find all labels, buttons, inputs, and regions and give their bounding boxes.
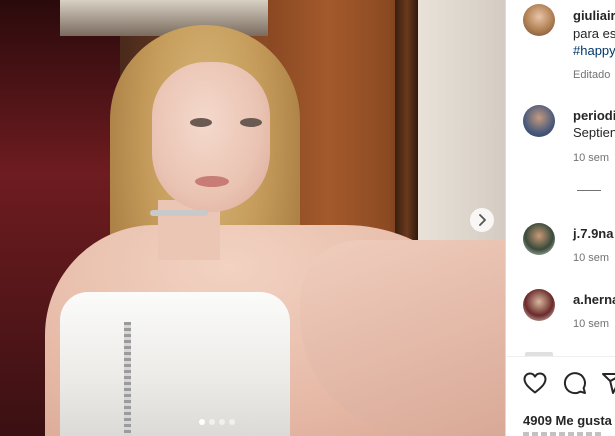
likes-count[interactable]: 4909 Me gusta	[523, 413, 612, 428]
chevron-right-icon	[479, 214, 486, 226]
comment-time[interactable]: 10 sem	[573, 317, 609, 331]
view-replies-line[interactable]	[577, 190, 601, 191]
avatar[interactable]	[523, 4, 555, 36]
heart-icon	[523, 372, 547, 394]
carousel-indicator	[199, 419, 235, 425]
avatar[interactable]	[523, 289, 555, 321]
post-photo[interactable]	[0, 0, 505, 436]
carousel-dot	[219, 419, 225, 425]
actions-divider	[506, 356, 615, 357]
comment-time[interactable]: 10 sem	[573, 151, 609, 165]
photo-white-top	[60, 292, 290, 436]
carousel-dot	[199, 419, 205, 425]
comment-text: Septien	[573, 125, 615, 140]
photo-eye-right	[240, 118, 262, 127]
share-button[interactable]	[600, 370, 615, 396]
carousel-dot	[209, 419, 215, 425]
photo-zipper	[124, 322, 131, 436]
comment-icon	[563, 372, 586, 395]
caption-text: para es	[573, 26, 615, 41]
photo-eye-left	[190, 118, 212, 127]
comment-username[interactable]: j.7.9na	[573, 226, 613, 242]
comment-username[interactable]: a.herna	[573, 292, 615, 308]
carousel-dot	[229, 419, 235, 425]
photo-face	[152, 62, 270, 212]
comment-button[interactable]	[562, 370, 588, 396]
comment-username[interactable]: periodi	[573, 108, 615, 124]
next-image-button[interactable]	[470, 208, 494, 232]
like-button[interactable]	[522, 370, 548, 396]
photo-lips	[195, 176, 229, 187]
caption-hashtag[interactable]: #happy	[573, 43, 615, 59]
avatar[interactable]	[523, 105, 555, 137]
share-icon	[602, 373, 615, 394]
caption-edited-label: Editado	[573, 69, 611, 81]
caption-username[interactable]: giuliair	[573, 8, 615, 24]
photo-choker	[150, 210, 208, 216]
post-date-partial	[523, 432, 603, 436]
comments-panel: giuliair para es #happy Editado periodi …	[505, 0, 615, 436]
avatar[interactable]	[523, 223, 555, 255]
comment-time[interactable]: 10 sem	[573, 251, 609, 265]
